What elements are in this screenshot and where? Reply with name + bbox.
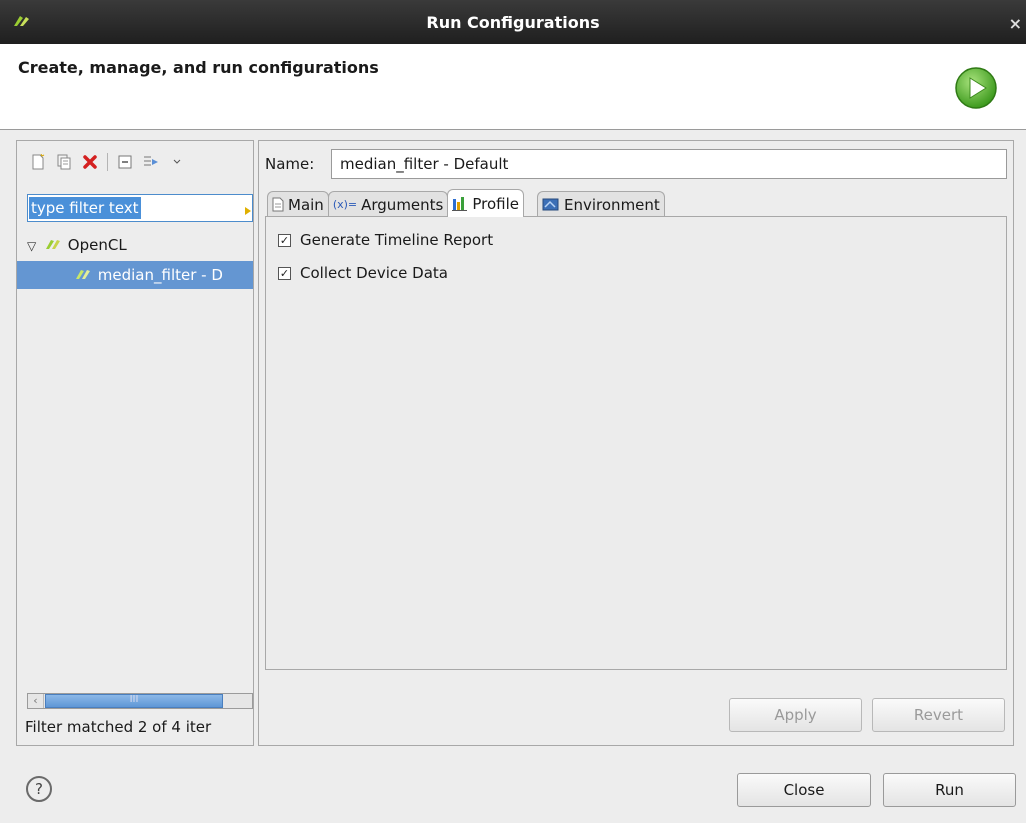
run-button[interactable]: Run (883, 773, 1016, 807)
close-button[interactable]: Close (737, 773, 871, 807)
config-tabs: Main (x)= Arguments Profile Environment (267, 189, 665, 217)
opencl-icon (45, 236, 68, 254)
filter-icon[interactable] (138, 151, 164, 173)
variable-icon: (x)= (332, 198, 358, 211)
run-play-icon (954, 66, 998, 114)
clear-filter-icon[interactable] (242, 203, 252, 221)
name-field[interactable]: median_filter - Default (331, 149, 1007, 179)
name-label: Name: (265, 155, 315, 173)
generate-timeline-label: Generate Timeline Report (300, 231, 494, 249)
window-title: Run Configurations (426, 13, 600, 32)
horizontal-scrollbar[interactable]: ‹ III (27, 693, 253, 709)
toolbar-separator (107, 153, 108, 171)
collapse-all-icon[interactable] (112, 151, 138, 173)
tree-item-median-filter[interactable]: median_filter - D (17, 261, 253, 289)
expand-triangle-icon[interactable]: ▽ (27, 232, 36, 259)
scroll-left-icon[interactable]: ‹ (28, 694, 44, 708)
dialog-heading: Create, manage, and run configurations (18, 58, 379, 77)
tab-environment[interactable]: Environment (537, 191, 665, 217)
document-icon (272, 197, 284, 212)
generate-timeline-row[interactable]: ✓ Generate Timeline Report (278, 229, 493, 251)
tab-profile[interactable]: Profile (447, 189, 525, 217)
environment-icon (542, 197, 560, 212)
configurations-panel: type filter text ▽ OpenCL median_filter … (16, 140, 254, 746)
apply-button[interactable]: Apply (729, 698, 862, 732)
generate-timeline-checkbox[interactable]: ✓ (278, 233, 291, 247)
title-bar: Run Configurations × (0, 0, 1026, 44)
bar-chart-icon (452, 196, 468, 211)
tab-main-label: Main (288, 195, 324, 214)
scrollbar-thumb[interactable]: III (45, 694, 223, 708)
duplicate-icon[interactable] (51, 151, 77, 173)
collect-device-data-checkbox[interactable]: ✓ (278, 266, 291, 280)
new-config-icon[interactable] (25, 151, 51, 173)
tree-category-label: OpenCL (67, 236, 127, 254)
tab-environment-label: Environment (564, 195, 660, 214)
collect-device-data-label: Collect Device Data (300, 264, 448, 282)
revert-button[interactable]: Revert (872, 698, 1005, 732)
filter-input-text: type filter text (29, 197, 141, 219)
dropdown-icon[interactable] (164, 151, 190, 173)
tree-item-label: median_filter - D (97, 266, 223, 284)
close-window-icon[interactable]: × (1009, 14, 1022, 33)
delete-icon[interactable] (77, 151, 103, 173)
filter-status: Filter matched 2 of 4 iter (25, 718, 212, 736)
filter-input[interactable]: type filter text (27, 194, 253, 222)
help-icon[interactable]: ? (26, 776, 52, 802)
config-toolbar (25, 151, 190, 173)
tab-arguments[interactable]: (x)= Arguments (327, 191, 449, 217)
tree-category-opencl[interactable]: ▽ OpenCL (27, 231, 247, 259)
collect-device-data-row[interactable]: ✓ Collect Device Data (278, 262, 448, 284)
config-item-icon (75, 266, 98, 284)
profile-tab-content: ✓ Generate Timeline Report ✓ Collect Dev… (265, 216, 1007, 670)
tab-arguments-label: Arguments (361, 195, 444, 214)
config-editor-panel: Name: median_filter - Default Main (x)= … (258, 140, 1014, 746)
dialog-header: Create, manage, and run configurations (0, 44, 1026, 130)
tab-profile-label: Profile (472, 194, 520, 213)
tab-main[interactable]: Main (267, 191, 329, 217)
